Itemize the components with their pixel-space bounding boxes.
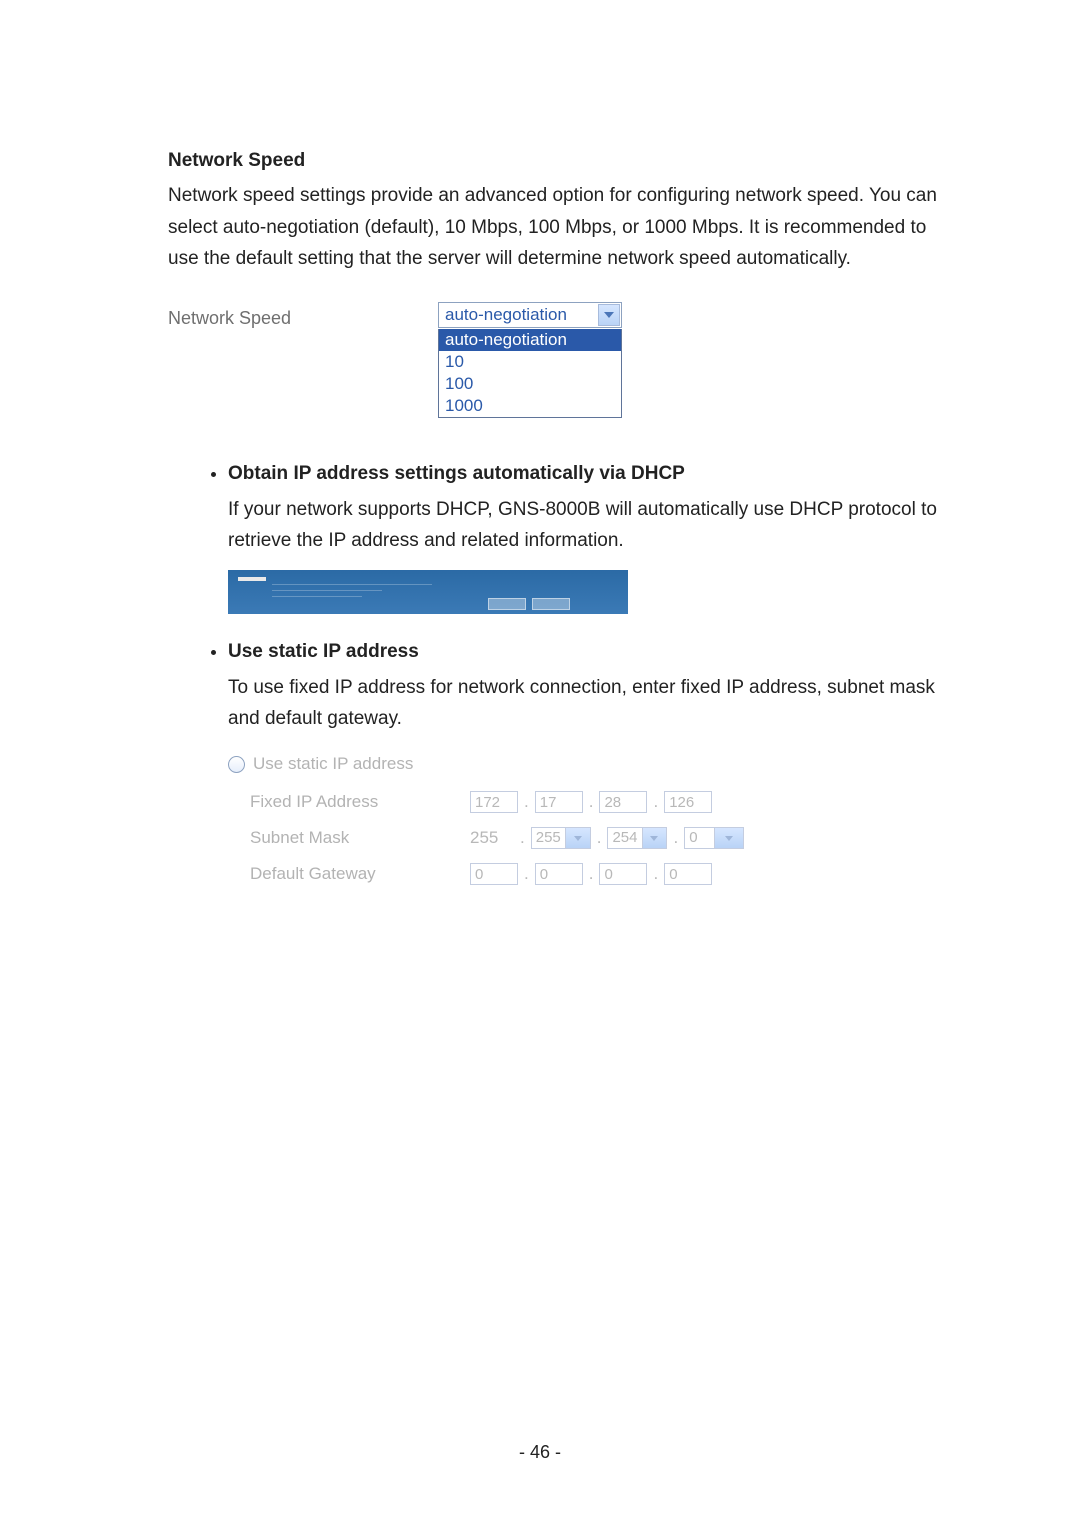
network-speed-option[interactable]: 10 [439, 351, 621, 373]
subnet-octet-3[interactable]: 254 [607, 827, 667, 849]
subnet-octet-4[interactable]: 0 [684, 827, 744, 849]
fixed-ip-label: Fixed IP Address [228, 788, 470, 816]
fixed-ip-octet-2[interactable]: 17 [535, 791, 583, 813]
gateway-octet-4[interactable]: 0 [664, 863, 712, 885]
page-number: - 46 - [0, 1438, 1080, 1468]
dhcp-item: Obtain IP address settings automatically… [228, 458, 940, 614]
fixed-ip-octet-3[interactable]: 28 [599, 791, 647, 813]
gateway-row: Default Gateway 0. 0. 0. 0 [228, 856, 940, 892]
network-speed-form-label: Network Speed [168, 302, 438, 334]
gateway-octet-3[interactable]: 0 [599, 863, 647, 885]
chevron-down-icon[interactable] [598, 304, 620, 326]
static-ip-heading: Use static IP address [228, 641, 419, 662]
fixed-ip-octet-4[interactable]: 126 [664, 791, 712, 813]
chevron-down-icon[interactable] [714, 828, 744, 848]
static-ip-radio-row: Use static IP address [228, 750, 940, 778]
static-ip-body: To use fixed IP address for network conn… [228, 672, 940, 735]
subnet-octet-2[interactable]: 255 [531, 827, 591, 849]
chevron-down-icon[interactable] [642, 828, 667, 848]
network-speed-select-wrap: auto-negotiation auto-negotiation 10 100… [438, 302, 622, 418]
network-speed-select[interactable]: auto-negotiation [438, 302, 622, 328]
gateway-octet-2[interactable]: 0 [535, 863, 583, 885]
dhcp-heading: Obtain IP address settings automatically… [228, 463, 685, 484]
static-ip-item: Use static IP address To use fixed IP ad… [228, 636, 940, 892]
network-speed-form-row: Network Speed auto-negotiation auto-nego… [168, 302, 940, 418]
dhcp-illustration [228, 570, 628, 614]
network-speed-option[interactable]: auto-negotiation [439, 329, 621, 351]
fixed-ip-row: Fixed IP Address 172. 17. 28. 126 [228, 784, 940, 820]
static-ip-radio-label[interactable]: Use static IP address [253, 750, 413, 778]
network-speed-options-list[interactable]: auto-negotiation 10 100 1000 [438, 329, 622, 418]
radio-unchecked-icon[interactable] [228, 756, 245, 773]
network-speed-body: Network speed settings provide an advanc… [168, 180, 940, 274]
fixed-ip-octet-1[interactable]: 172 [470, 791, 518, 813]
network-speed-option[interactable]: 1000 [439, 395, 621, 417]
gateway-label: Default Gateway [228, 860, 470, 888]
network-speed-heading: Network Speed [168, 145, 940, 176]
chevron-down-icon[interactable] [565, 828, 590, 848]
network-speed-option[interactable]: 100 [439, 373, 621, 395]
subnet-mask-label: Subnet Mask [228, 824, 470, 852]
network-speed-selected-value: auto-negotiation [439, 301, 597, 329]
subnet-prefix: 255 [470, 824, 514, 852]
subnet-mask-row: Subnet Mask 255. 255 . 254 . 0 [228, 820, 940, 856]
static-ip-form: Use static IP address Fixed IP Address 1… [228, 750, 940, 892]
dhcp-body: If your network supports DHCP, GNS-8000B… [228, 494, 940, 557]
gateway-octet-1[interactable]: 0 [470, 863, 518, 885]
